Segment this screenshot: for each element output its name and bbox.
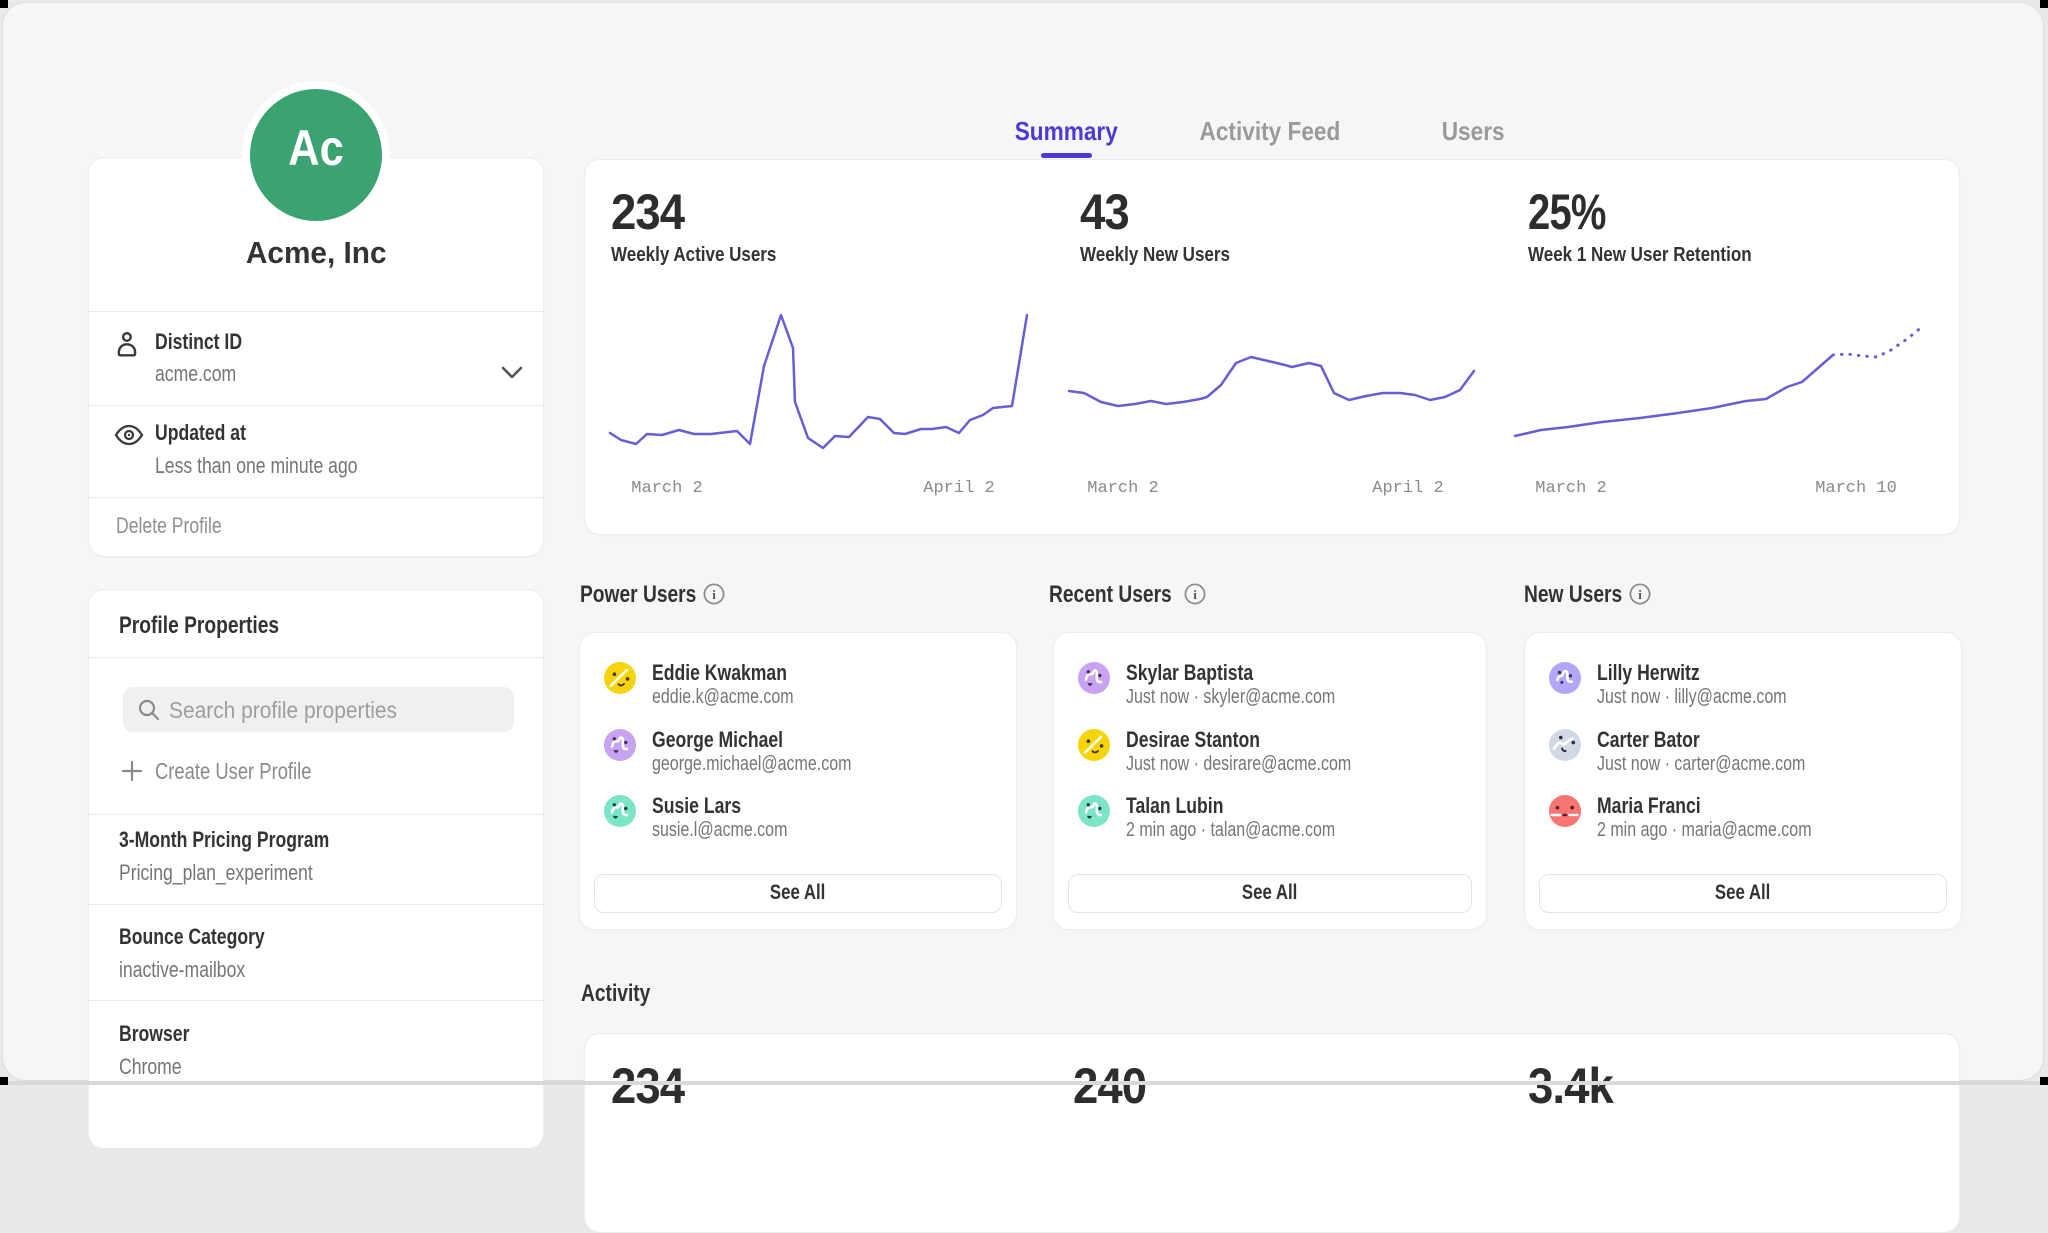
svg-text:i: i bbox=[1193, 587, 1197, 602]
svg-text:i: i bbox=[1638, 587, 1642, 602]
svg-text:i: i bbox=[712, 587, 716, 602]
